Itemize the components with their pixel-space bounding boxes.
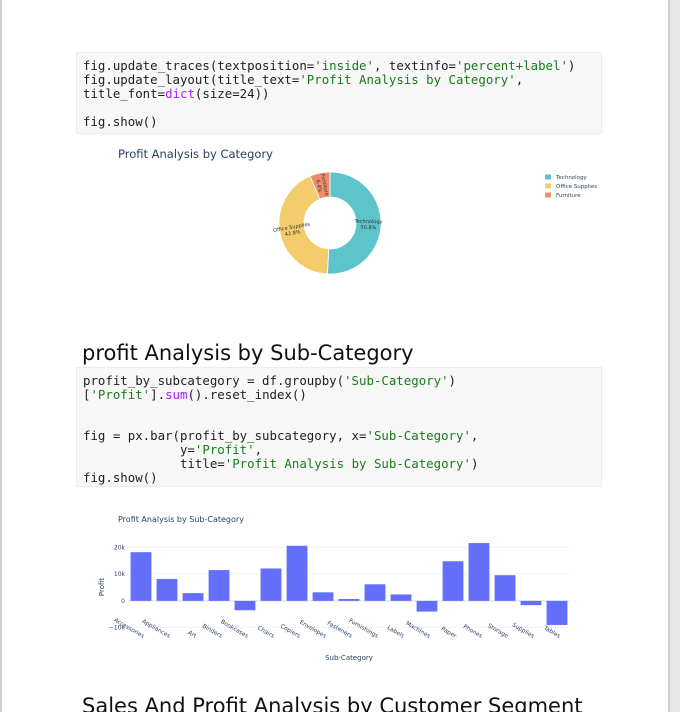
legend-swatch[interactable] (545, 192, 551, 198)
code-line: fig.update_layout(title_text='Profit Ana… (83, 73, 523, 87)
code-line: fig.show() (83, 469, 158, 485)
legend-swatch[interactable] (545, 174, 551, 180)
bar-storage[interactable] (494, 575, 516, 601)
bar-tables[interactable] (546, 600, 568, 625)
code-line: ['Profit'].sum().reset_index() (83, 386, 307, 402)
bar-fasteners[interactable] (338, 599, 360, 601)
x-tick-label: Bookcases (219, 619, 249, 640)
bar-machines[interactable] (416, 600, 438, 612)
code-token: ]. (150, 386, 166, 402)
x-tick-label: Phones (462, 624, 483, 640)
heading-segment: Sales And Profit Analysis by Customer Se… (82, 694, 583, 712)
code-token: title_font= (83, 86, 166, 101)
y-axis-label: Profit (98, 578, 106, 597)
code-token: , (254, 442, 263, 457)
x-tick-label: Supplies (511, 622, 535, 639)
code-token: fig.show() (83, 469, 158, 485)
string-token: 'Sub-Category' (344, 373, 449, 388)
y-tick-label: 10k (114, 571, 126, 578)
pie-chart-title: Profit Analysis by Category (118, 147, 273, 161)
y-tick-label: 0 (121, 598, 125, 605)
bar-chart: Profit Analysis by Sub-Category −10k010k… (98, 515, 570, 662)
bar-furnishings[interactable] (364, 584, 386, 601)
string-token: 'Profit Analysis by Sub-Category' (224, 455, 471, 471)
notebook-page: fig.update_traces(textposition='inside',… (0, 0, 670, 712)
code-line: title_font=dict(size=24)) (83, 87, 270, 101)
code-token: ) (448, 373, 456, 388)
x-tick-label: Art (187, 630, 198, 640)
string-token: 'Profit' (194, 442, 255, 457)
pie-chart: Profit Analysis by Category Technology50… (118, 147, 597, 275)
code-token: ) (470, 455, 479, 471)
code-token: profit_by_subcategory = df.groupby( (83, 373, 345, 388)
x-axis-label: Sub-Category (325, 654, 373, 662)
code-cell-pie[interactable]: fig.update_traces(textposition='inside',… (76, 52, 602, 134)
x-tick-label: Appliances (141, 619, 171, 640)
code-token: fig.show() (83, 114, 158, 129)
legend-label[interactable]: Technology (555, 175, 588, 181)
string-token: 'Profit' (90, 386, 151, 402)
string-token: 'Profit Analysis by Category' (299, 72, 516, 87)
code-token: fig.update_traces(textposition= (83, 58, 315, 73)
heading-subcategory: profit Analysis by Sub-Category (82, 341, 414, 365)
code-token: fig = px.bar(profit_by_subcategory, x= (83, 428, 367, 444)
code-line: fig.update_traces(textposition='inside',… (83, 59, 575, 73)
x-tick-label: Machines (404, 621, 431, 640)
code-line: fig.show() (83, 115, 158, 129)
code-token: fig.update_layout(title_text= (83, 72, 300, 87)
string-token: 'inside' (314, 58, 374, 73)
function-token: dict (165, 86, 195, 101)
code-token: , textinfo= (373, 58, 457, 73)
legend-label[interactable]: Furniture (556, 193, 581, 199)
x-tick-label: Envelopes (298, 620, 327, 640)
code-token: title= (83, 455, 225, 471)
string-token: 'Sub-Category' (366, 428, 471, 444)
bar-copiers[interactable] (286, 545, 308, 601)
legend-swatch[interactable] (545, 183, 551, 189)
bar-chart-title: Profit Analysis by Sub-Category (118, 515, 244, 524)
x-tick-label: Furnishings (347, 618, 379, 640)
bar-paper[interactable] (442, 561, 464, 601)
x-tick-label: Paper (440, 626, 458, 640)
bar-labels[interactable] (390, 594, 412, 601)
bar-appliances[interactable] (156, 578, 178, 601)
x-tick-label: Tables (542, 625, 561, 640)
string-token: 'percent+label' (456, 58, 568, 73)
bar-phones[interactable] (468, 543, 490, 601)
code-token: y= (83, 442, 195, 457)
y-tick-label: 20k (114, 544, 126, 551)
bar-accessories[interactable] (130, 552, 152, 601)
bar-supplies[interactable] (520, 600, 542, 606)
bar-art[interactable] (182, 593, 204, 601)
bar-envelopes[interactable] (312, 592, 334, 601)
bar-binders[interactable] (208, 570, 230, 601)
code-token: , (515, 72, 524, 87)
x-tick-label: Binders (201, 624, 223, 640)
code-cell-bar[interactable]: profit_by_subcategory = df.groupby('Sub-… (76, 367, 602, 487)
legend-label[interactable]: Office Supplies (556, 184, 597, 190)
function-token: sum (165, 386, 188, 402)
code-token: ().reset_index() (187, 386, 307, 402)
code-token: ) (567, 58, 576, 73)
code-token: , (470, 428, 479, 444)
bar-chairs[interactable] (260, 568, 282, 601)
code-token: (size=24)) (194, 86, 270, 101)
x-tick-label: Copiers (279, 624, 301, 640)
bar-bookcases[interactable] (234, 600, 256, 611)
x-tick-label: Storage (486, 623, 509, 640)
